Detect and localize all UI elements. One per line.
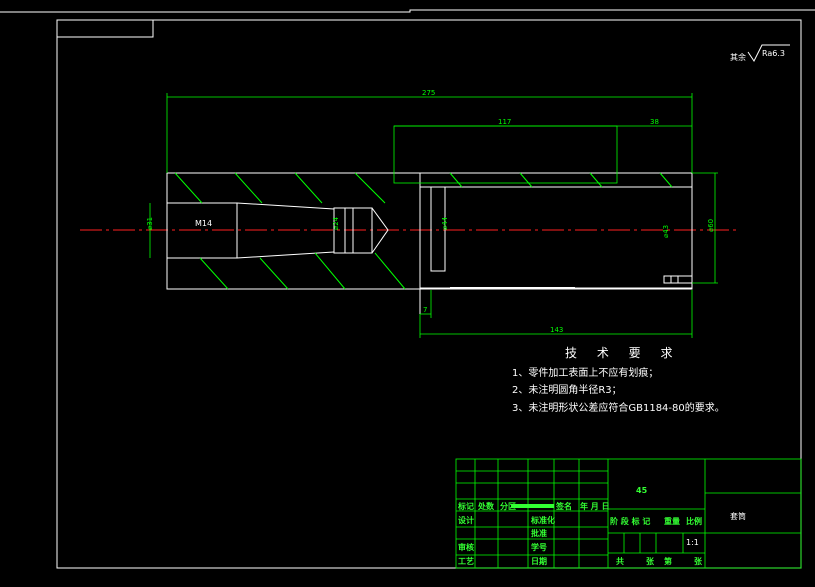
tech-req-title: 技 术 要 求: [565, 346, 680, 360]
dim-bore-right-diameter: ⌀43: [662, 225, 670, 238]
tb-label-design: 设计: [458, 515, 474, 525]
tb-header-sign: 签名: [555, 501, 572, 511]
dim-bore-left-diameter: ⌀44: [441, 216, 449, 230]
tb-header-mark: 标记: [457, 501, 474, 511]
tech-req-item-3: 3、未注明形状公差应符合GB1184-80的要求。: [512, 401, 725, 414]
tb-header-zone: 分区: [500, 501, 516, 511]
tb-label-process: 工艺: [458, 556, 474, 566]
roughness-symbol: 其余 Ra6.3: [730, 44, 790, 62]
tb-scale-value: 1:1: [686, 538, 699, 547]
tb-stage-mark: 阶 段 标 记: [610, 516, 650, 526]
tb-sheet-unit-1: 张: [646, 557, 655, 566]
dim-taper-diameter: ⌀24: [332, 216, 340, 230]
dim-outer-diameter: ⌀60: [707, 219, 715, 232]
dim-small-step: 7: [423, 306, 427, 314]
tech-req-item-2: 2、未注明圆角半径R3；: [512, 383, 622, 396]
roughness-prefix: 其余: [730, 52, 746, 62]
dim-left-diameter: ⌀31: [146, 217, 154, 230]
roughness-value: Ra6.3: [762, 49, 785, 58]
tb-label-standard: 标准化: [530, 515, 555, 525]
tb-label-student-id: 学号: [531, 542, 547, 552]
tb-scale-label: 比例: [686, 516, 702, 526]
section-hatching: [174, 172, 673, 290]
tb-sheet-index: 第: [664, 556, 672, 566]
tb-label-review: 审核: [458, 542, 474, 552]
dim-bore-length: 117: [498, 118, 511, 126]
technical-requirements: 技 术 要 求 1、零件加工表面上不应有划痕； 2、未注明圆角半径R3； 3、未…: [512, 346, 725, 414]
cad-drawing: 其余 Ra6.3 275 117 38 143 7 ⌀31 M14 ⌀24 ⌀4…: [0, 9, 815, 569]
dim-bore-end: 38: [650, 118, 659, 126]
tb-header-date: 年 月 日: [580, 501, 610, 511]
tech-req-item-1: 1、零件加工表面上不应有划痕；: [512, 366, 658, 379]
dim-thread: M14: [195, 219, 212, 228]
tb-sheet-unit-2: 张: [694, 557, 703, 566]
tb-part-name: 套筒: [730, 511, 746, 521]
tb-sheet-total: 共: [616, 556, 624, 566]
tb-material: 45: [636, 486, 648, 495]
title-block: 45 套筒 标记 处数 分区 签名 年 月 日 设计 审核 工艺 标准化 批准 …: [455, 458, 802, 569]
dim-lower-length: 143: [550, 326, 563, 334]
dim-overall-length: 275: [422, 89, 435, 97]
part-outline: [166, 172, 693, 314]
dimension-lines: [149, 93, 718, 338]
tb-label-approve: 批准: [531, 528, 547, 538]
tb-header-count: 处数: [477, 501, 495, 511]
tb-label-date: 日期: [531, 556, 547, 566]
tb-weight: 重量: [664, 516, 680, 526]
